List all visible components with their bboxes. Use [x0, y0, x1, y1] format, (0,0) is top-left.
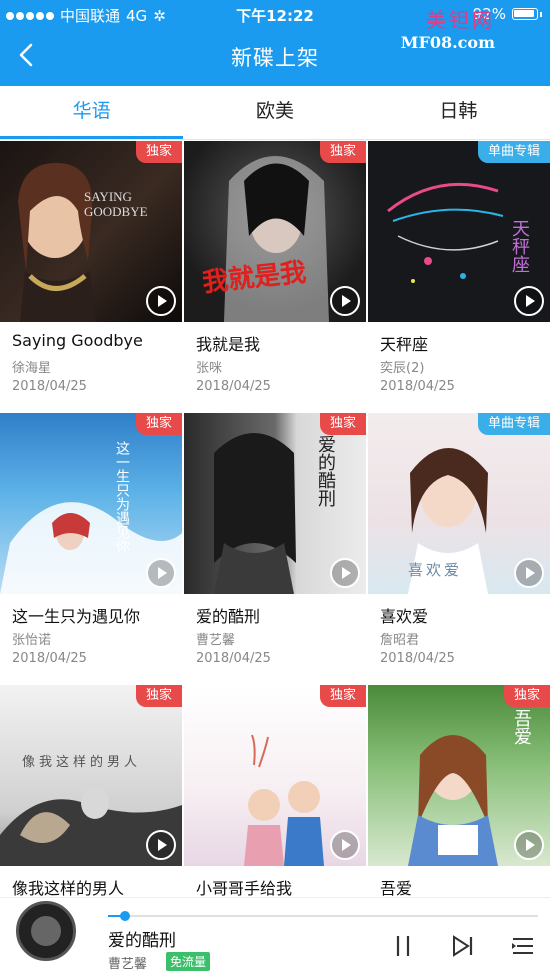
album-title: 天秤座: [380, 335, 429, 354]
tab-chinese[interactable]: 华语: [0, 86, 184, 139]
album-card[interactable]: 喜欢爱 单曲专辑 喜欢爱 詹昭君 2018/04/25: [368, 413, 550, 685]
album-artist[interactable]: 曹艺馨: [196, 629, 235, 648]
cover-caption: 喜欢爱: [408, 561, 463, 579]
album-card[interactable]: 爱的酷刑 独家 爱的酷刑 曹艺馨 2018/04/25: [184, 413, 366, 685]
album-card[interactable]: 天秤座 单曲专辑 天秤座 奕辰(2) 2018/04/25: [368, 141, 550, 413]
top-bar: 中国联通 4G ✲ 下午12:22 92% 美钽网 MF08.com 新碟上架: [0, 0, 550, 86]
album-title: 小哥哥手给我: [196, 879, 293, 898]
tab-japan-korea[interactable]: 日韩: [367, 86, 550, 139]
album-cover[interactable]: 爱的酷刑 独家: [184, 413, 366, 594]
play-icon[interactable]: [514, 830, 544, 860]
cover-caption: 吾爱: [511, 709, 532, 745]
album-title: 喜欢爱: [380, 607, 429, 626]
play-icon[interactable]: [146, 558, 176, 588]
cover-caption: 这一生只为遇见你: [114, 441, 130, 553]
exclusive-badge: 独家: [135, 685, 182, 707]
cover-caption: 像我这样的男人: [22, 755, 142, 770]
album-card[interactable]: 我就是我 独家 我就是我 张咪 2018/04/25: [184, 141, 366, 413]
exclusive-badge: 独家: [503, 685, 550, 707]
album-title: 这一生只为遇见你: [12, 607, 141, 626]
album-cover[interactable]: 我就是我 独家: [184, 141, 366, 322]
album-title: Saying Goodbye: [12, 331, 143, 350]
album-date: 2018/04/25: [380, 651, 455, 666]
album-artist[interactable]: 徐海星: [12, 357, 51, 376]
cover-caption: SAYING GOODBYE: [84, 189, 148, 219]
album-artist[interactable]: 詹昭君: [380, 629, 419, 648]
free-traffic-tag: 免流量: [166, 952, 211, 971]
now-playing-cover[interactable]: [16, 901, 76, 961]
exclusive-badge: 独家: [135, 141, 182, 163]
battery-icon: [512, 8, 538, 20]
play-icon[interactable]: [514, 286, 544, 316]
album-card[interactable]: SAYING GOODBYE 独家 Saying Goodbye 徐海星 201…: [0, 141, 182, 413]
cover-caption: 天秤座: [509, 219, 530, 273]
album-cover[interactable]: 这一生只为遇见你 独家: [0, 413, 182, 594]
album-date: 2018/04/25: [12, 379, 87, 394]
tab-western[interactable]: 欧美: [183, 86, 366, 139]
album-date: 2018/04/25: [380, 379, 455, 394]
pause-icon[interactable]: [390, 933, 416, 959]
now-playing-title: 爱的酷刑: [108, 931, 176, 951]
exclusive-badge: 独家: [319, 141, 366, 163]
page-title: 新碟上架: [231, 46, 319, 70]
album-cover[interactable]: SAYING GOODBYE 独家: [0, 141, 182, 322]
album-card[interactable]: 这一生只为遇见你 独家 这一生只为遇见你 张怡诺 2018/04/25: [0, 413, 182, 685]
mini-player[interactable]: 爱的酷刑 曹艺馨 免流量: [0, 897, 550, 977]
single-album-badge: 单曲专辑: [477, 413, 550, 435]
now-playing-artist: 曹艺馨: [108, 957, 148, 972]
next-track-icon[interactable]: [450, 933, 476, 959]
exclusive-badge: 独家: [319, 413, 366, 435]
album-date: 2018/04/25: [196, 651, 271, 666]
nav-bar: 新碟上架: [0, 28, 550, 86]
single-album-badge: 单曲专辑: [477, 141, 550, 163]
play-icon[interactable]: [146, 830, 176, 860]
play-icon[interactable]: [514, 558, 544, 588]
play-icon[interactable]: [330, 830, 360, 860]
album-cover[interactable]: 喜欢爱 单曲专辑: [368, 413, 550, 594]
play-icon[interactable]: [330, 286, 360, 316]
album-date: 2018/04/25: [196, 379, 271, 394]
album-date: 2018/04/25: [12, 651, 87, 666]
album-title: 吾爱: [380, 879, 413, 898]
album-title: 我就是我: [196, 335, 261, 354]
album-title: 爱的酷刑: [196, 607, 261, 626]
album-artist[interactable]: 奕辰(2): [380, 357, 424, 376]
region-tabs: 华语 欧美 日韩: [0, 86, 550, 140]
album-artist[interactable]: 张怡诺: [12, 629, 51, 648]
album-title: 像我这样的男人: [12, 879, 125, 898]
progress-knob[interactable]: [120, 911, 131, 921]
progress-bar[interactable]: [108, 911, 538, 921]
album-cover[interactable]: 独家: [184, 685, 366, 866]
cover-caption: 爱的酷刑: [315, 435, 336, 507]
play-icon[interactable]: [146, 286, 176, 316]
playlist-icon[interactable]: [510, 933, 536, 959]
album-cover[interactable]: 天秤座 单曲专辑: [368, 141, 550, 322]
exclusive-badge: 独家: [135, 413, 182, 435]
play-icon[interactable]: [330, 558, 360, 588]
exclusive-badge: 独家: [319, 685, 366, 707]
album-cover[interactable]: 吾爱 独家: [368, 685, 550, 866]
album-cover[interactable]: 像我这样的男人 独家: [0, 685, 182, 866]
album-artist[interactable]: 张咪: [196, 357, 222, 376]
